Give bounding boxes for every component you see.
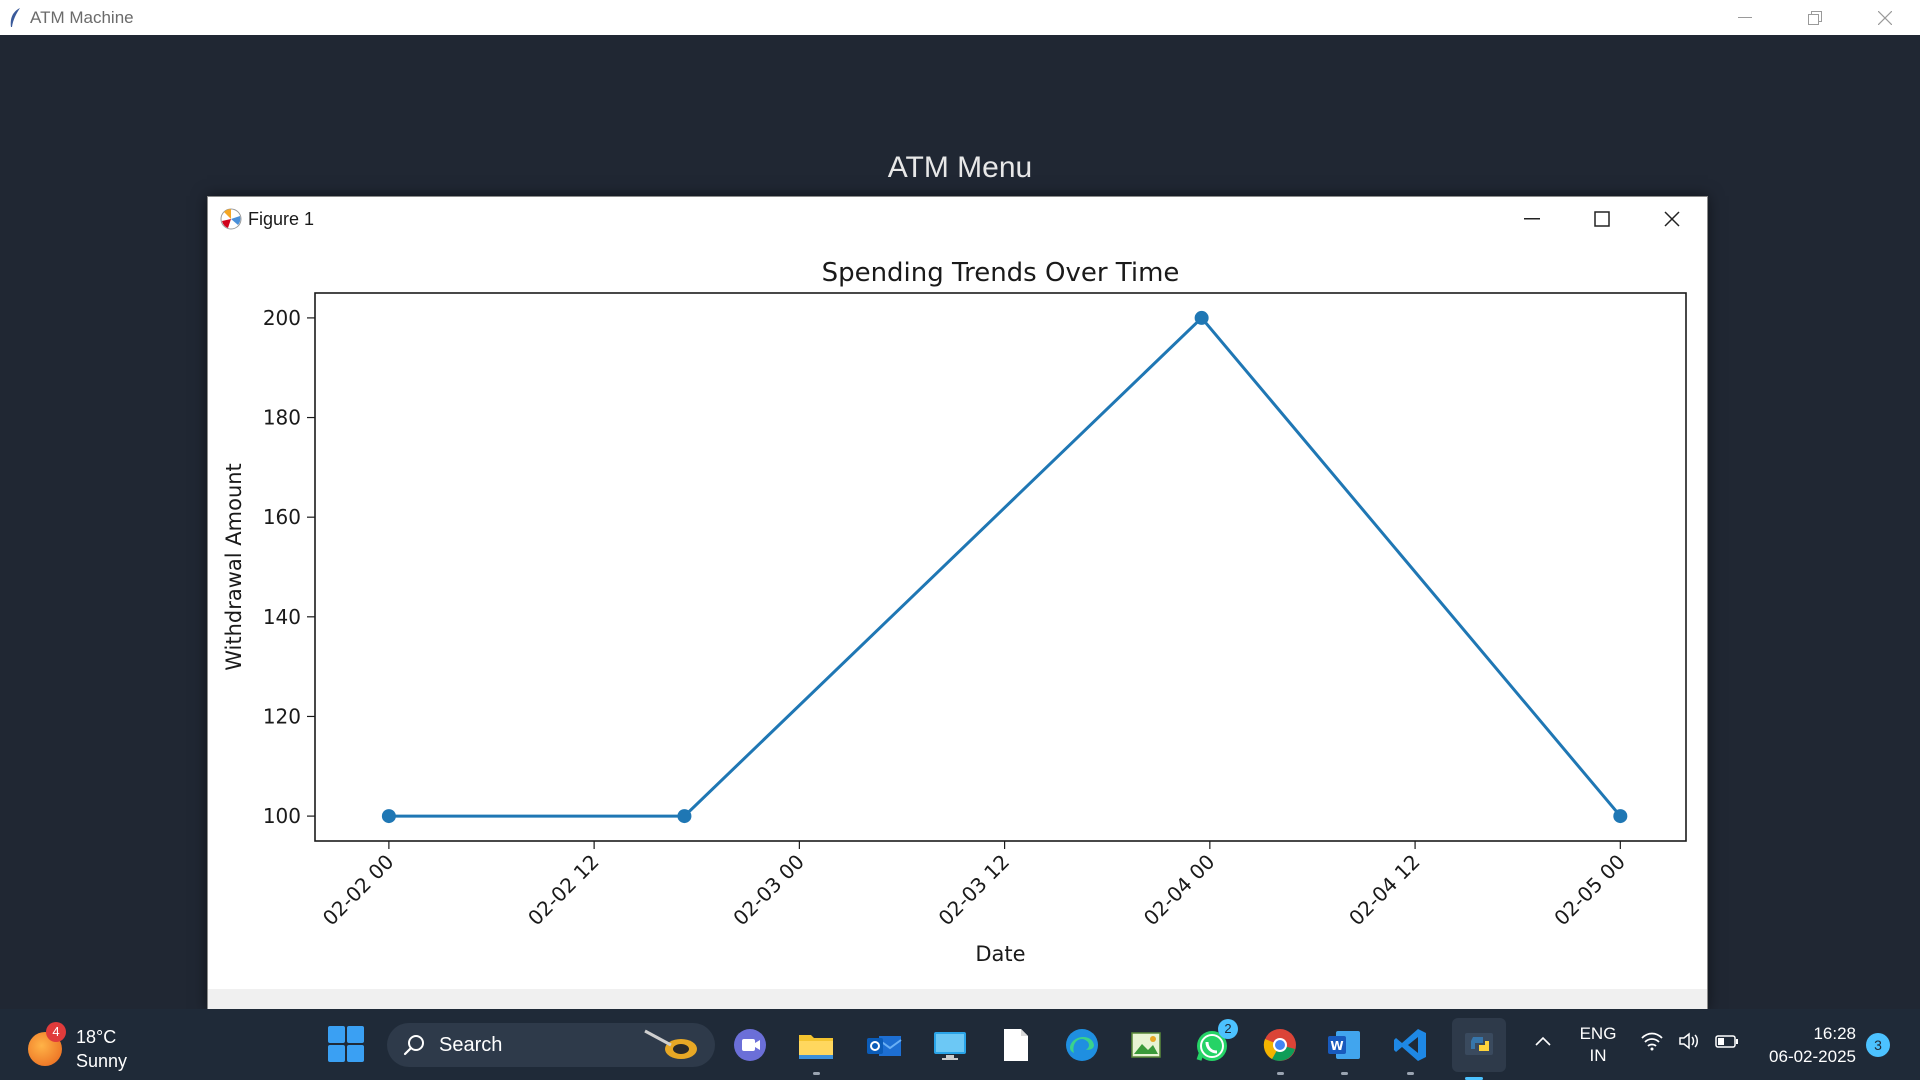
figure-canvas: Spending Trends Over Time 100 120 140 160 180… [208,241,1707,989]
taskbar: 4 18°C Sunny Search 2 W ENG IN 16:28 06-… [0,1009,1920,1080]
chevron-up-icon[interactable] [1534,1031,1552,1052]
figure-toolbar [208,989,1707,1009]
atm-window-title: ATM Machine [30,7,134,27]
word-icon[interactable]: W [1322,1023,1366,1075]
x-axis-label: Date [975,942,1025,966]
lang-line2: IN [1589,1046,1607,1065]
figure-minimize-button[interactable] [1497,197,1567,241]
restore-button[interactable] [1780,0,1850,35]
chrome-icon[interactable] [1258,1023,1302,1075]
x-tick-label: 02-03 00 [728,850,809,931]
x-tick-label: 02-04 00 [1139,850,1220,931]
sun-icon: 4 [28,1022,66,1066]
clock[interactable]: 16:28 06-02-2025 [1756,1022,1856,1068]
wifi-icon[interactable] [1640,1031,1664,1056]
y-tick-label: 200 [263,306,301,330]
notification-badge[interactable]: 3 [1866,1033,1890,1057]
remote-desktop-icon[interactable] [928,1023,972,1067]
notepad-icon[interactable] [994,1023,1038,1067]
python-icon[interactable] [1452,1018,1506,1080]
y-axis-label: Withdrawal Amount [222,463,246,671]
weather-condition: Sunny [76,1051,128,1071]
figure-maximize-button[interactable] [1567,197,1637,241]
y-tick-label: 180 [263,406,301,430]
data-point [381,809,396,824]
data-point [1194,310,1209,325]
file-explorer-icon[interactable] [794,1023,838,1075]
close-button[interactable] [1850,0,1920,35]
x-tick-label: 02-05 00 [1549,850,1630,931]
plot-frame [314,292,1687,842]
svg-text:W: W [1330,1039,1343,1053]
lang-line1: ENG [1579,1024,1617,1043]
y-tick-label: 160 [263,505,301,529]
whatsapp-badge: 2 [1218,1019,1238,1039]
figure-window: Figure 1 Spending Trends Over Time 100 120… [207,196,1708,1010]
data-point [677,809,692,824]
search-label: Search [439,1033,503,1056]
taskbar-search[interactable]: Search [387,1023,715,1067]
figure-titlebar: Figure 1 [208,197,1707,241]
photos-icon[interactable] [1124,1023,1168,1067]
feather-icon [0,0,30,35]
windows-start-icon[interactable] [328,1026,364,1062]
teams-icon[interactable] [728,1023,772,1067]
search-icon [403,1035,424,1056]
matplotlib-icon [218,206,244,232]
atm-menu-heading: ATM Menu [887,151,1033,184]
figure-title: Figure 1 [248,208,315,229]
battery-icon[interactable] [1714,1031,1740,1056]
data-point [1613,809,1628,824]
x-tick-label: 02-03 12 [934,850,1015,931]
volume-icon[interactable] [1678,1031,1700,1056]
whatsapp-icon[interactable]: 2 [1190,1019,1238,1067]
y-tick-label: 100 [263,804,301,828]
figure-close-button[interactable] [1637,197,1707,241]
series-line [388,315,1622,818]
x-tick-label: 02-02 00 [318,850,399,931]
weather-temp: 18°C [76,1027,117,1047]
weather-badge: 4 [46,1022,66,1042]
minimize-button[interactable] [1710,0,1780,35]
edge-icon[interactable] [1060,1023,1104,1067]
y-tick-label: 120 [263,704,301,728]
x-tick-label: 02-04 12 [1344,850,1425,931]
language-indicator[interactable]: ENG IN [1578,1023,1618,1067]
line-chart: Spending Trends Over Time 100 120 140 160 180… [222,258,1687,966]
x-tick-label: 02-02 12 [523,850,604,931]
y-tick-label: 140 [263,605,301,629]
clock-date: 06-02-2025 [1769,1047,1856,1066]
vscode-icon[interactable] [1388,1023,1432,1075]
chart-title: Spending Trends Over Time [822,258,1180,288]
weather-widget[interactable]: 4 18°C Sunny [28,1022,128,1073]
search-highlight-icon [644,1029,697,1059]
clock-time: 16:28 [1813,1024,1856,1043]
atm-window-titlebar: ATM Machine [0,0,1920,35]
outlook-icon[interactable] [862,1023,906,1067]
